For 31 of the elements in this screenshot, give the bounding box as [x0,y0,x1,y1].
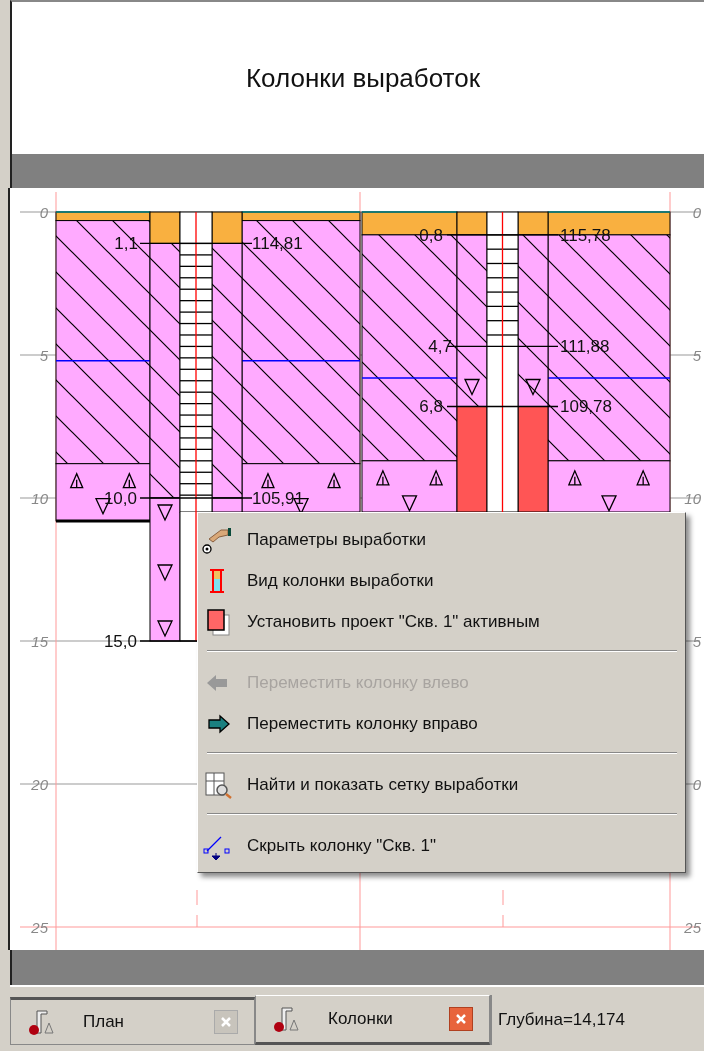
depth-scale-label: 5 [39,347,48,364]
depth-scale-label: 5 [692,347,701,364]
depth-label: 4,7 [428,337,452,357]
close-button[interactable] [449,1007,473,1031]
depth-scale-label: 25 [31,919,48,936]
depth-label: 1,1 [114,234,138,254]
menu-item[interactable]: Вид колонки выработки [201,560,677,601]
menu-item[interactable]: Найти и показать сетку выработки [201,764,677,805]
menu-item[interactable]: Скрыть колонку "Скв. 1" [201,825,677,866]
elevation-label: 105,91 [252,489,304,508]
tab[interactable]: План [10,997,255,1045]
depth-scale-label: 10 [31,490,48,507]
menu-item[interactable]: Установить проект "Скв. 1" активным [201,601,677,642]
menu-item[interactable]: Параметры выработки [201,519,677,560]
depth-scale-label: 0 [692,204,701,221]
window-title: Колонки выработок [244,62,481,94]
depth-label: 6,8 [419,397,443,417]
depth-scale-label: 0 [39,204,48,221]
depth-scale-label: 0 [692,776,701,793]
depth-scale-label: 25 [684,919,701,936]
depth-scale-label: 15 [31,633,48,650]
close-icon [219,1015,233,1029]
depth-label: 15,0 [103,632,137,651]
close-icon [454,1012,468,1026]
menu-item[interactable]: Переместить колонку вправо [201,703,677,744]
depth-status: Глубина=14,174 [490,995,704,1045]
depth-scale-label: 5 [692,633,701,650]
depth-label: 10,0 [103,489,137,508]
tab[interactable]: Колонки [255,995,490,1045]
depth-scale-label: 10 [684,490,701,507]
depth-scale-label: 20 [31,776,48,793]
